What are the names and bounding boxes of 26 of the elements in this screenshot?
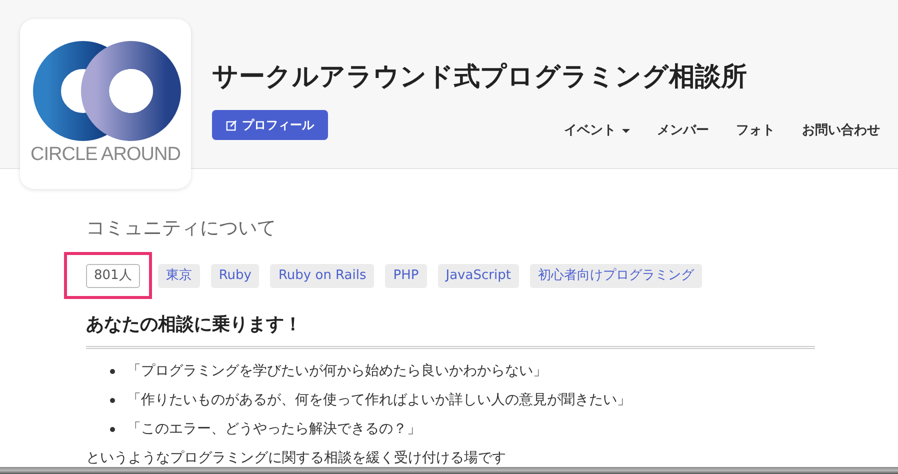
profile-button[interactable]: プロフィール (212, 110, 328, 140)
tag-link[interactable]: Ruby on Rails (270, 264, 374, 288)
logo-text: CIRCLE AROUND (30, 145, 181, 164)
nav-link[interactable]: フォト (736, 121, 775, 140)
list-item-text: 「作りたいものがあるが、何を使って作ればよいか詳しい人の意見が聞きたい」 (127, 391, 631, 410)
tag-link[interactable]: 東京 (158, 264, 200, 288)
edit-icon (226, 120, 237, 130)
tag-link[interactable]: JavaScript (438, 264, 519, 288)
bullet-icon (110, 369, 115, 374)
member-count: 801人 (86, 264, 140, 288)
description-text: というようなプログラミングに関する相談を緩く受け付ける場です (86, 450, 507, 466)
nav-link[interactable]: イベント (564, 121, 630, 140)
page-title: サークルアラウンド式プログラミング相談所 (212, 64, 748, 90)
list-item-text: 「プログラミングを学びたいが何から始めたら良いかわからない」 (127, 362, 547, 381)
bullet-icon (110, 398, 115, 403)
tag-link[interactable]: Ruby (210, 264, 260, 288)
tag-link[interactable]: PHP (385, 264, 427, 288)
list-item-text: 「このエラー、どうやったら解決できるの？」 (127, 420, 421, 439)
caret-icon (622, 128, 630, 133)
bullet-icon (110, 427, 115, 432)
nav-link[interactable]: お問い合わせ (802, 121, 880, 140)
nav-link[interactable]: メンバー (657, 121, 709, 140)
circle-logo-icon (30, 41, 180, 141)
tag-link[interactable]: 初心者向けプログラミング (530, 264, 702, 288)
section-title: コミュニティについて (86, 219, 277, 238)
section-heading: あなたの相談に乗ります！ (86, 316, 303, 334)
